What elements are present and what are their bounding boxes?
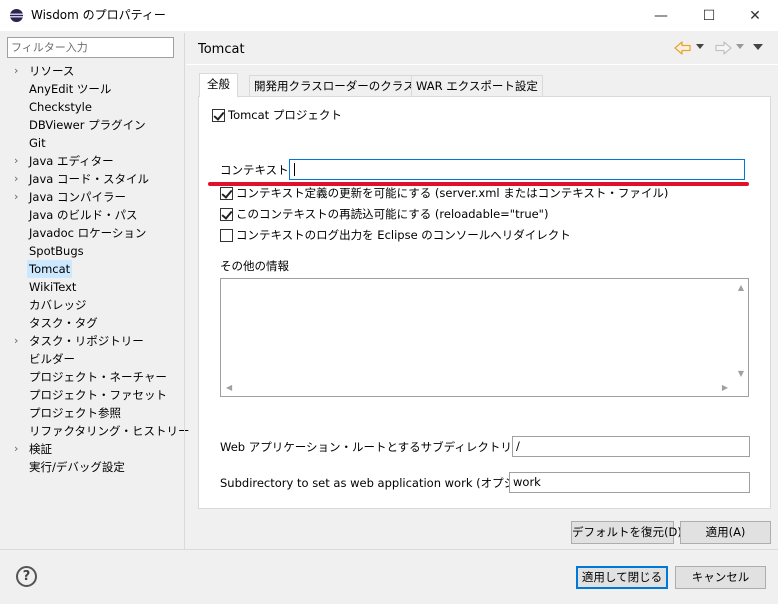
sidebar-item[interactable]: プロジェクト・ネーチャー <box>0 368 184 386</box>
sidebar-item-label: Java コード・スタイル <box>29 172 149 186</box>
chevron-right-icon[interactable]: › <box>14 170 24 188</box>
view-menu-icon[interactable] <box>753 44 763 50</box>
close-button[interactable]: ✕ <box>732 0 778 31</box>
scroll-right-icon[interactable]: ▶ <box>722 383 728 392</box>
sidebar-item[interactable]: DBViewer プラグイン <box>0 116 184 134</box>
footer-separator <box>0 549 778 550</box>
forward-arrow-icon[interactable] <box>714 40 732 56</box>
sidebar-item-label: タスク・リポジトリー <box>29 334 144 348</box>
tab-war-export-settings[interactable]: WAR エクスポート設定 <box>411 75 543 96</box>
sidebar-item-label: カバレッジ <box>29 298 87 312</box>
sidebar-item[interactable]: › タスク・リポジトリー <box>0 332 184 350</box>
sidebar-item-label: WikiText <box>29 280 77 294</box>
cancel-button[interactable]: キャンセル <box>675 566 766 589</box>
enable-context-update-checkbox[interactable]: コンテキスト定義の更新を可能にする (server.xml またはコンテキスト・… <box>220 185 668 202</box>
sidebar-item-label: ビルダー <box>29 352 75 366</box>
checkbox-box[interactable] <box>220 229 233 242</box>
sidebar-item-label: プロジェクト・ファセット <box>29 388 167 402</box>
chevron-right-icon[interactable]: › <box>14 188 24 206</box>
tomcat-project-label: Tomcat プロジェクト <box>228 108 342 122</box>
sidebar-item[interactable]: Java のビルド・パス <box>0 206 184 224</box>
web-root-input[interactable]: / <box>512 436 750 457</box>
scroll-down-icon[interactable]: ▼ <box>738 369 744 378</box>
apply-button[interactable]: 適用(A) <box>680 521 771 544</box>
reloadable-checkbox[interactable]: このコンテキストの再読込可能にする (reloadable="true") <box>220 206 548 223</box>
sidebar-item-label: SpotBugs <box>29 244 84 258</box>
enable-context-update-label: コンテキスト定義の更新を可能にする (server.xml またはコンテキスト・… <box>236 186 669 200</box>
sidebar-item-label: Java コンパイラー <box>29 190 126 204</box>
sidebar-item-label: AnyEdit ツール <box>29 82 112 96</box>
chevron-right-icon[interactable]: › <box>14 152 24 170</box>
page-title: Tomcat <box>198 42 245 57</box>
sidebar-item[interactable]: カバレッジ <box>0 296 184 314</box>
forward-dropdown-icon[interactable] <box>736 44 744 50</box>
history-navigation <box>674 38 774 58</box>
sidebar-item[interactable]: AnyEdit ツール <box>0 80 184 98</box>
sidebar-item-label: Java エディター <box>29 154 114 168</box>
redirect-log-label: コンテキストのログ出力を Eclipse のコンソールへリダイレクト <box>236 228 571 242</box>
other-info-textarea[interactable]: ▲ ▼ ◀ ▶ <box>220 278 749 397</box>
other-info-label: その他の情報 <box>220 259 289 273</box>
eclipse-icon <box>9 8 24 23</box>
sidebar-item-label: Git <box>29 136 46 150</box>
sidebar-item-label: Checkstyle <box>29 100 92 114</box>
sidebar-item[interactable]: Checkstyle <box>0 98 184 116</box>
sidebar-item-label: リファクタリング・ヒストリー <box>29 424 190 438</box>
apply-and-close-button[interactable]: 適用して閉じる <box>576 566 668 589</box>
sidebar-item[interactable]: プロジェクト参照 <box>0 404 184 422</box>
checkbox-box[interactable] <box>220 208 233 221</box>
minimize-button[interactable]: — <box>638 0 684 31</box>
back-dropdown-icon[interactable] <box>696 44 704 50</box>
chevron-right-icon[interactable]: › <box>14 62 24 80</box>
chevron-right-icon[interactable]: › <box>14 332 24 350</box>
sidebar-item[interactable]: リファクタリング・ヒストリー <box>0 422 190 440</box>
sidebar-item-label: プロジェクト・ネーチャー <box>29 370 167 384</box>
sidebar-item[interactable]: Javadoc ロケーション <box>0 224 184 242</box>
sidebar-item[interactable]: › 検証 <box>0 440 184 458</box>
filter-input[interactable]: フィルター入力 <box>7 37 174 58</box>
sidebar-item-label: Javadoc ロケーション <box>29 226 147 240</box>
sidebar-item-label: タスク・タグ <box>29 316 98 330</box>
sidebar-item[interactable]: SpotBugs <box>0 242 184 260</box>
checkbox-box[interactable] <box>212 109 225 122</box>
tab-general[interactable]: 全般 <box>199 73 238 97</box>
window-title: Wisdom のプロパティー <box>31 8 166 22</box>
work-dir-input[interactable]: work <box>509 472 750 493</box>
help-icon[interactable]: ? <box>16 566 37 587</box>
sidebar-item[interactable]: › Java コード・スタイル <box>0 170 184 188</box>
header-separator <box>186 64 778 65</box>
sidebar-item[interactable]: プロジェクト・ファセット <box>0 386 184 404</box>
reloadable-label: このコンテキストの再読込可能にする (reloadable="true") <box>236 207 549 221</box>
sidebar-item[interactable]: Git <box>0 134 184 152</box>
sidebar-item[interactable]: › リソース <box>0 62 184 80</box>
sidebar-item[interactable]: › Java コンパイラー <box>0 188 184 206</box>
back-arrow-icon[interactable] <box>674 40 692 56</box>
sidebar-item[interactable]: WikiText <box>0 278 184 296</box>
sidebar-item[interactable]: Tomcat <box>0 260 184 278</box>
maximize-button[interactable]: ☐ <box>686 0 732 31</box>
checkbox-box[interactable] <box>220 187 233 200</box>
sidebar-item-label: リソース <box>29 64 75 78</box>
tomcat-project-checkbox[interactable]: Tomcat プロジェクト <box>212 107 342 124</box>
sidebar-item-label: Tomcat <box>27 260 73 278</box>
sidebar-item-label: 検証 <box>29 442 52 456</box>
sidebar-item[interactable]: タスク・タグ <box>0 314 184 332</box>
chevron-right-icon[interactable]: › <box>14 440 24 458</box>
scroll-left-icon[interactable]: ◀ <box>226 383 232 392</box>
sidebar-item[interactable]: 実行/デバッグ設定 <box>0 458 184 476</box>
context-name-input[interactable] <box>289 159 745 180</box>
sidebar-item-label: 実行/デバッグ設定 <box>29 460 125 474</box>
sidebar-item-label: Java のビルド・パス <box>29 208 138 222</box>
sidebar-item[interactable]: ビルダー <box>0 350 184 368</box>
scroll-up-icon[interactable]: ▲ <box>738 283 744 292</box>
sidebar-item-label: プロジェクト参照 <box>29 406 121 420</box>
work-dir-label: Subdirectory to set as web application w… <box>220 476 543 490</box>
text-caret <box>294 163 295 176</box>
redirect-log-checkbox[interactable]: コンテキストのログ出力を Eclipse のコンソールへリダイレクト <box>220 227 571 244</box>
pane-divider[interactable] <box>184 33 185 549</box>
sidebar-item-label: DBViewer プラグイン <box>29 118 146 132</box>
sidebar-item[interactable]: › Java エディター <box>0 152 184 170</box>
restore-defaults-button[interactable]: デフォルトを復元(D) <box>571 521 682 544</box>
